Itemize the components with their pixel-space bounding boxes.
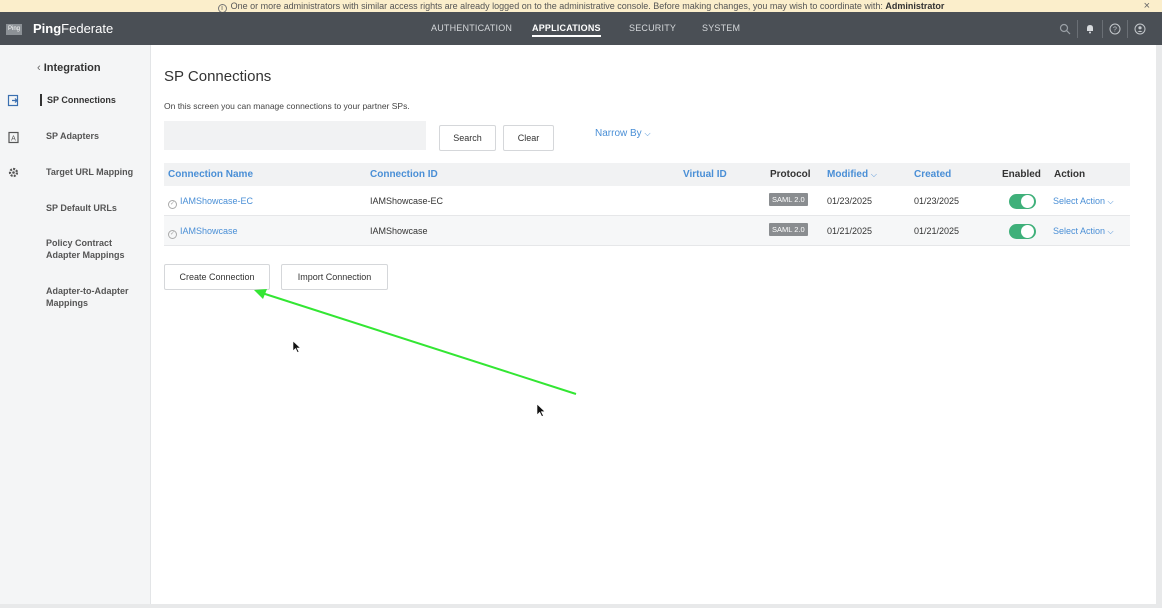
column-modified[interactable]: Modified ⌵ (827, 169, 877, 180)
settings-gear-icon[interactable] (7, 166, 20, 179)
icon-rail: A (0, 45, 29, 605)
nav-applications[interactable]: APPLICATIONS (532, 23, 601, 37)
clear-button[interactable]: Clear (503, 125, 554, 151)
table-row: ✓ IAMShowcase IAMShowcase SAML 2.0 01/21/… (164, 216, 1130, 246)
search-icon[interactable] (1052, 20, 1077, 38)
help-icon[interactable]: ? (1102, 20, 1127, 38)
column-connection-id[interactable]: Connection ID (370, 169, 438, 180)
connection-name-link[interactable]: ✓ IAMShowcase-EC (168, 196, 253, 209)
concurrent-admin-notice: i One or more administrators with similar… (0, 0, 1162, 13)
create-connection-button[interactable]: Create Connection (164, 264, 270, 290)
brand-rest: Federate (61, 21, 114, 36)
chevron-down-icon: ⌵ (1107, 197, 1114, 206)
check-circle-icon: ✓ (168, 230, 177, 239)
notice-admin: Administrator (885, 1, 945, 11)
ping-logo: Ping (6, 24, 22, 35)
column-protocol: Protocol (770, 169, 811, 180)
table-header: Connection Name Connection ID Virtual ID… (164, 163, 1130, 186)
import-connection-button[interactable]: Import Connection (281, 264, 388, 290)
sidebar-item-sp-default-urls[interactable]: SP Default URLs (46, 202, 146, 214)
sidebar-item-policy-contract-adapter-mappings[interactable]: Policy Contract Adapter Mappings (46, 237, 146, 261)
protocol-badge: SAML 2.0 (769, 223, 808, 236)
column-connection-name[interactable]: Connection Name (168, 169, 253, 180)
sort-chevron-icon: ⌵ (870, 170, 877, 179)
column-action: Action (1054, 169, 1086, 180)
toggle-knob (1021, 225, 1034, 238)
brand-bold: Ping (33, 21, 62, 36)
nav-system[interactable]: SYSTEM (702, 23, 740, 33)
chevron-left-icon: ‹ (37, 62, 44, 74)
user-icon[interactable] (1127, 20, 1152, 38)
column-enabled: Enabled (1002, 169, 1041, 180)
narrow-by-label: Narrow By (595, 128, 642, 139)
created-date: 01/23/2025 (914, 196, 960, 206)
sidebar-item-adapter-to-adapter-mappings[interactable]: Adapter-to-Adapter Mappings (46, 285, 146, 309)
sidebar-back-integration[interactable]: ‹ Integration (37, 62, 101, 74)
enabled-toggle[interactable] (1009, 194, 1036, 209)
bell-icon[interactable] (1077, 20, 1102, 38)
svg-text:?: ? (1113, 27, 1117, 34)
protocol-badge: SAML 2.0 (769, 193, 808, 206)
check-circle-icon: ✓ (168, 200, 177, 209)
notice-text: One or more administrators with similar … (230, 1, 883, 11)
page-subtitle: On this screen you can manage connection… (164, 101, 410, 111)
enabled-toggle[interactable] (1009, 224, 1036, 239)
window-edge (1156, 45, 1162, 605)
connection-name: IAMShowcase-EC (180, 196, 254, 206)
svg-text:A: A (11, 136, 16, 143)
connections-table: Connection Name Connection ID Virtual ID… (164, 163, 1130, 246)
toggle-knob (1021, 195, 1034, 208)
close-icon[interactable]: × (1144, 0, 1150, 12)
column-modified-label: Modified (827, 169, 869, 180)
sidebar: ‹ Integration SP Connections SP Adapters… (29, 45, 151, 605)
connection-name: IAMShowcase (180, 226, 238, 236)
sidebar-back-label: Integration (43, 62, 101, 74)
modified-date: 01/23/2025 (827, 196, 873, 206)
select-action-dropdown[interactable]: Select Action ⌵ (1053, 226, 1114, 237)
sidebar-item-target-url-mapping[interactable]: Target URL Mapping (46, 166, 146, 178)
nav-security[interactable]: SECURITY (629, 23, 676, 33)
search-button[interactable]: Search (439, 125, 496, 151)
select-action-label: Select Action (1053, 226, 1106, 236)
table-row: ✓ IAMShowcase-EC IAMShowcase-EC SAML 2.0 … (164, 186, 1130, 216)
narrow-by-dropdown[interactable]: Narrow By ⌵ (595, 128, 651, 139)
top-navigation-bar: Ping PingFederate AUTHENTICATION APPLICA… (0, 12, 1162, 45)
select-action-label: Select Action (1053, 196, 1106, 206)
chevron-down-icon: ⌵ (1107, 227, 1114, 236)
sp-connections-icon[interactable] (7, 94, 20, 107)
modified-date: 01/21/2025 (827, 226, 873, 236)
search-input[interactable] (164, 121, 426, 150)
select-action-dropdown[interactable]: Select Action ⌵ (1053, 196, 1114, 207)
adapters-icon[interactable]: A (7, 131, 20, 144)
sidebar-item-sp-adapters[interactable]: SP Adapters (46, 130, 146, 142)
chevron-down-icon: ⌵ (644, 129, 651, 138)
page-title: SP Connections (164, 68, 272, 85)
column-created[interactable]: Created (914, 169, 951, 180)
window-bottom-edge (0, 604, 1162, 608)
nav-authentication[interactable]: AUTHENTICATION (431, 23, 512, 33)
connection-name-link[interactable]: ✓ IAMShowcase (168, 226, 238, 239)
created-date: 01/21/2025 (914, 226, 960, 236)
connection-id: IAMShowcase-EC (370, 196, 444, 206)
main-content: SP Connections On this screen you can ma… (151, 45, 1162, 605)
top-icon-group: ? (1052, 20, 1152, 38)
connection-id: IAMShowcase (370, 226, 428, 236)
column-virtual-id[interactable]: Virtual ID (683, 169, 727, 180)
sidebar-item-sp-connections[interactable]: SP Connections (40, 94, 140, 106)
app-brand[interactable]: PingFederate (33, 21, 113, 36)
